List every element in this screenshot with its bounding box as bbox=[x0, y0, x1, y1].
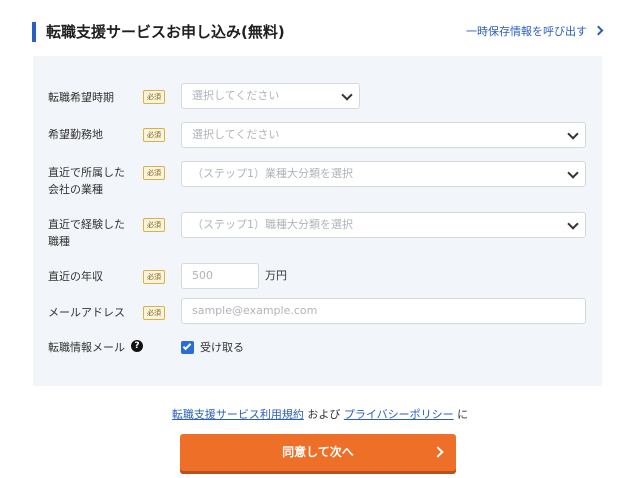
required-badge: 必須 bbox=[143, 218, 165, 232]
chevron-right-icon bbox=[593, 25, 604, 36]
newsletter-label: 転職情報メール bbox=[48, 341, 125, 354]
industry-label-line2: 会社の業種 bbox=[48, 183, 103, 196]
question-circle-icon[interactable]: ? bbox=[131, 340, 143, 352]
chevron-down-icon bbox=[567, 167, 579, 179]
job-type-select-placeholder: （ステップ1）職種大分類を選択 bbox=[192, 218, 353, 231]
industry-label-line1: 直近で所属した bbox=[48, 166, 125, 179]
terms-and-text: および bbox=[307, 408, 341, 421]
required-badge: 必須 bbox=[143, 90, 165, 104]
load-saved-label: 一時保存情報を呼び出す bbox=[466, 25, 587, 38]
form-header: 転職支援サービスお申し込み(無料) 一時保存情報を呼び出す bbox=[32, 20, 608, 46]
location-label: 希望勤務地 bbox=[48, 128, 103, 141]
email-field-placeholder: sample@example.com bbox=[192, 304, 318, 317]
terms-of-service-link[interactable]: 転職支援サービス利用規約 bbox=[172, 408, 304, 421]
timing-select[interactable]: 選択してください bbox=[181, 83, 360, 109]
terms-line: 転職支援サービス利用規約 および プライバシーポリシー に bbox=[0, 408, 640, 422]
terms-suffix-text: に bbox=[457, 408, 469, 421]
required-badge: 必須 bbox=[143, 166, 165, 180]
income-label: 直近の年収 bbox=[48, 270, 103, 283]
title-accent-bar bbox=[32, 22, 36, 42]
location-select[interactable]: 選択してください bbox=[181, 122, 586, 148]
page-title: 転職支援サービスお申し込み(無料) bbox=[46, 23, 285, 41]
job-type-select[interactable]: （ステップ1）職種大分類を選択 bbox=[181, 212, 586, 238]
chevron-down-icon bbox=[567, 218, 579, 230]
required-badge: 必須 bbox=[143, 306, 165, 320]
required-badge: 必須 bbox=[143, 128, 165, 142]
load-saved-link[interactable]: 一時保存情報を呼び出す bbox=[466, 24, 604, 40]
checkmark-icon bbox=[182, 341, 192, 351]
newsletter-checkbox-label[interactable]: 受け取る bbox=[200, 341, 244, 354]
income-input-placeholder: 500 bbox=[192, 269, 213, 282]
timing-label: 転職希望時期 bbox=[48, 91, 114, 104]
income-unit: 万円 bbox=[265, 269, 287, 282]
industry-select-placeholder: （ステップ1）業種大分類を選択 bbox=[192, 167, 353, 180]
chevron-down-icon bbox=[341, 89, 353, 101]
newsletter-checkbox[interactable] bbox=[181, 341, 194, 354]
privacy-policy-link[interactable]: プライバシーポリシー bbox=[344, 408, 454, 421]
agree-next-label: 同意して次へ bbox=[282, 445, 354, 459]
agree-next-button[interactable]: 同意して次へ bbox=[180, 434, 456, 471]
required-badge: 必須 bbox=[143, 270, 165, 284]
email-label: メールアドレス bbox=[48, 306, 125, 319]
chevron-down-icon bbox=[567, 128, 579, 140]
job-type-label-line1: 直近で経験した bbox=[48, 218, 125, 231]
income-input[interactable]: 500 bbox=[181, 263, 259, 289]
chevron-right-icon bbox=[432, 446, 444, 458]
location-select-placeholder: 選択してください bbox=[192, 128, 280, 141]
job-type-label-line2: 職種 bbox=[48, 235, 70, 248]
timing-select-placeholder: 選択してください bbox=[192, 89, 280, 102]
email-field[interactable]: sample@example.com bbox=[181, 298, 586, 324]
industry-select[interactable]: （ステップ1）業種大分類を選択 bbox=[181, 161, 586, 187]
